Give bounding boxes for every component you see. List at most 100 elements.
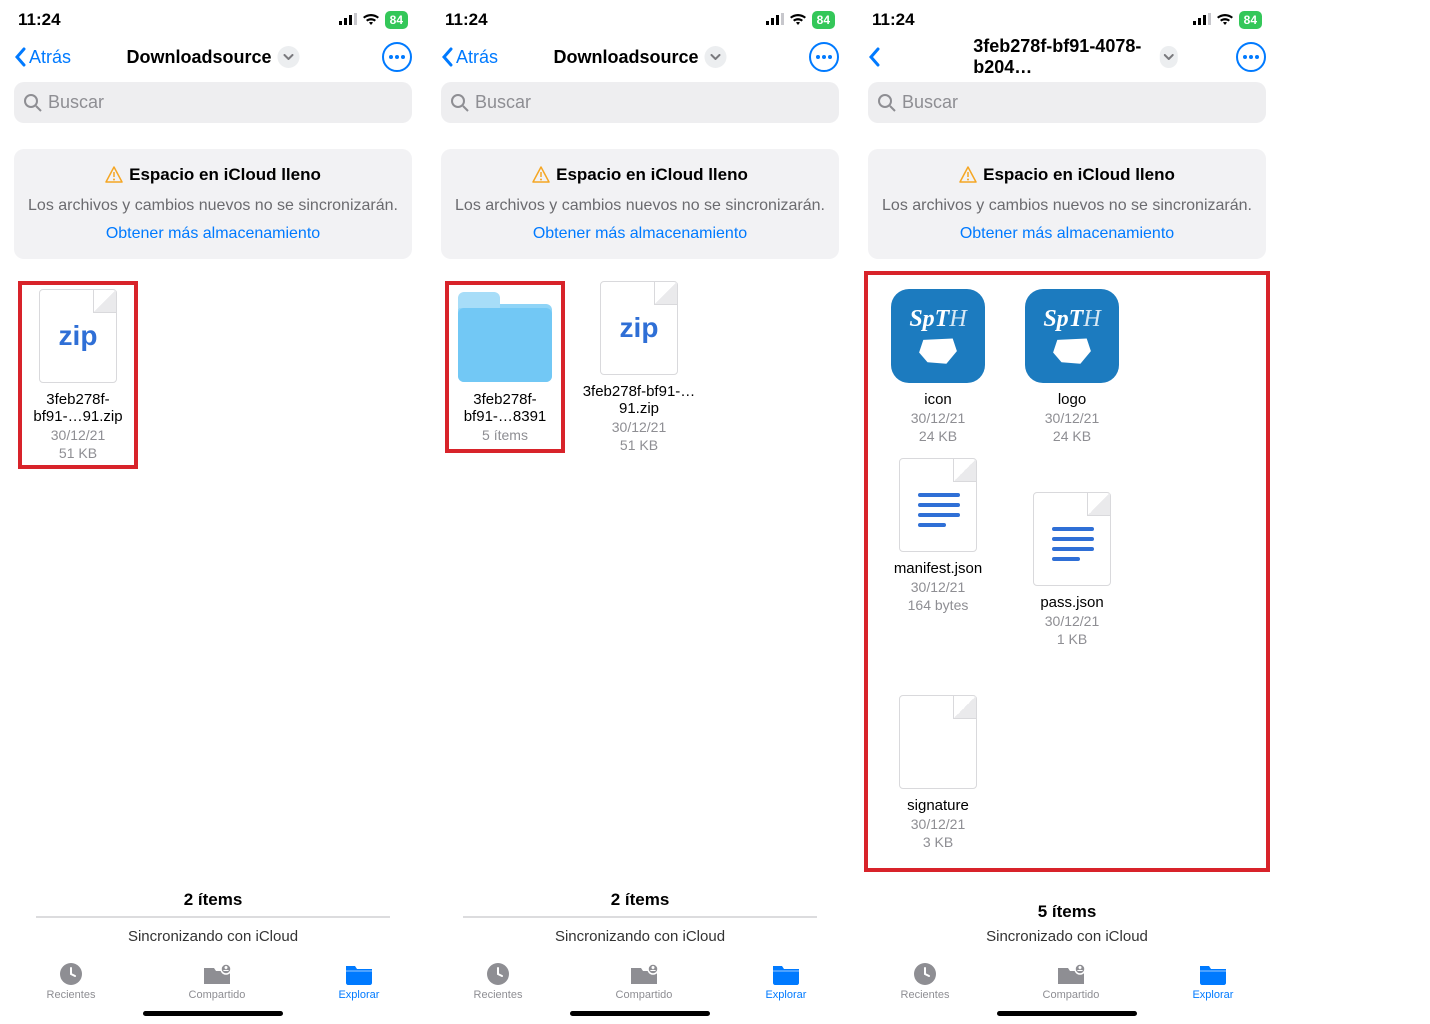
alert-title: Espacio en iCloud lleno [983,165,1175,185]
wifi-icon [789,10,807,30]
icloud-alert: Espacio en iCloud lleno Los archivos y c… [14,149,412,259]
tab-browse[interactable]: Explorar [765,961,806,1001]
clock-icon [56,961,86,987]
file-item[interactable]: SpTH logo 30/12/21 24 KB [1012,289,1132,444]
file-item[interactable]: pass.json 30/12/21 1 KB [1012,492,1132,647]
tab-recents[interactable]: Recientes [901,961,950,1001]
file-name: manifest.json [894,560,982,577]
tab-shared[interactable]: Compartido [189,961,246,1001]
search-icon [24,94,42,112]
search-input[interactable]: Buscar [441,82,839,123]
search-input[interactable]: Buscar [868,82,1266,123]
back-label: Atrás [29,47,71,68]
file-date: 30/12/21 [911,579,966,595]
folder-icon [1198,961,1228,987]
tab-recents[interactable]: Recientes [47,961,96,1001]
status-icons: 84 [1193,10,1262,30]
sync-status: Sincronizando con iCloud [0,928,426,953]
tab-recents[interactable]: Recientes [474,961,523,1001]
folder-item[interactable]: 3feb278f-bf91-…8391 5 ítems [445,281,565,453]
shared-folder-icon [1056,961,1086,987]
alert-title: Espacio en iCloud lleno [129,165,321,185]
chevron-down-icon[interactable] [278,46,300,68]
chevron-down-icon[interactable] [1160,46,1178,68]
nav-title: Downloadsource [126,47,271,68]
file-size: 51 KB [59,445,97,461]
file-name: 3feb278f-bf91-…91.zip [580,383,698,417]
file-size: 51 KB [620,437,658,453]
search-input[interactable]: Buscar [14,82,412,123]
shared-folder-icon [202,961,232,987]
alert-title: Espacio en iCloud lleno [556,165,748,185]
tab-bar: Recientes Compartido Explorar [0,953,426,1005]
nav-title-wrap[interactable]: Downloadsource [126,46,299,68]
file-item[interactable]: SpTH icon 30/12/21 24 KB [878,289,998,444]
chevron-down-icon[interactable] [705,46,727,68]
alert-link[interactable]: Obtener más almacenamiento [26,225,400,243]
alert-link[interactable]: Obtener más almacenamiento [880,225,1254,243]
back-button[interactable]: Atrás [441,47,498,68]
file-item[interactable]: zip 3feb278f-bf91-…91.zip 30/12/21 51 KB [579,281,699,453]
nav-title-wrap[interactable]: 3feb278f-bf91-4078-b204… [973,36,1177,78]
more-button[interactable] [382,42,412,72]
clock: 11:24 [872,10,915,30]
file-date: 30/12/21 [1045,613,1100,629]
battery-badge: 84 [812,11,835,29]
file-date: 30/12/21 [612,419,667,435]
status-bar: 11:24 84 [854,0,1280,34]
divider [463,916,817,918]
json-file-icon [1025,492,1119,586]
zip-file-icon: zip [31,289,125,383]
screen-1: 11:24 84 Atrás Downloadsource Buscar [0,0,426,1024]
file-date: 30/12/21 [911,816,966,832]
home-indicator[interactable] [997,1011,1137,1016]
more-button[interactable] [809,42,839,72]
clock-icon [910,961,940,987]
alert-link[interactable]: Obtener más almacenamiento [453,225,827,243]
file-item[interactable]: zip 3feb278f-bf91-…91.zip 30/12/21 51 KB [18,281,138,469]
file-date: 30/12/21 [911,410,966,426]
back-button[interactable]: Atrás [14,47,71,68]
item-count: 5 ítems [854,896,1280,922]
search-placeholder: Buscar [902,92,958,113]
file-meta: 5 ítems [482,427,528,443]
file-item[interactable]: manifest.json 30/12/21 164 bytes [878,458,998,647]
tab-browse[interactable]: Explorar [1192,961,1233,1001]
signal-icon [1193,10,1211,30]
alert-message: Los archivos y cambios nuevos no se sinc… [453,195,827,217]
home-indicator[interactable] [570,1011,710,1016]
nav-title: Downloadsource [553,47,698,68]
status-icons: 84 [339,10,408,30]
folder-icon [771,961,801,987]
home-indicator[interactable] [143,1011,283,1016]
signal-icon [339,10,357,30]
alert-message: Los archivos y cambios nuevos no se sinc… [880,195,1254,217]
file-date: 30/12/21 [1045,410,1100,426]
file-size: 3 KB [923,834,953,850]
back-button[interactable] [868,47,880,67]
item-count: 2 ítems [0,884,426,910]
wifi-icon [362,10,380,30]
file-item[interactable]: signature 30/12/21 3 KB [878,695,998,850]
screen-2: 11:24 84 Atrás Downloadsource Buscar Esp… [427,0,853,1024]
sync-status: Sincronizado con iCloud [854,922,1280,953]
tab-shared[interactable]: Compartido [1043,961,1100,1001]
more-button[interactable] [1236,42,1266,72]
tab-browse[interactable]: Explorar [338,961,379,1001]
wifi-icon [1216,10,1234,30]
warning-icon [105,166,123,184]
nav-title-wrap[interactable]: Downloadsource [553,46,726,68]
file-size: 164 bytes [908,597,969,613]
back-label: Atrás [456,47,498,68]
file-size: 24 KB [919,428,957,444]
generic-file-icon [891,695,985,789]
screen-3: 11:24 84 3feb278f-bf91-4078-b204… Buscar… [854,0,1280,1024]
icloud-alert: Espacio en iCloud lleno Los archivos y c… [441,149,839,259]
tab-shared[interactable]: Compartido [616,961,673,1001]
file-name: 3feb278f-bf91-…8391 [453,391,557,425]
clock-icon [483,961,513,987]
battery-badge: 84 [385,11,408,29]
shared-folder-icon [629,961,659,987]
file-name: signature [907,797,969,814]
divider [36,916,390,918]
